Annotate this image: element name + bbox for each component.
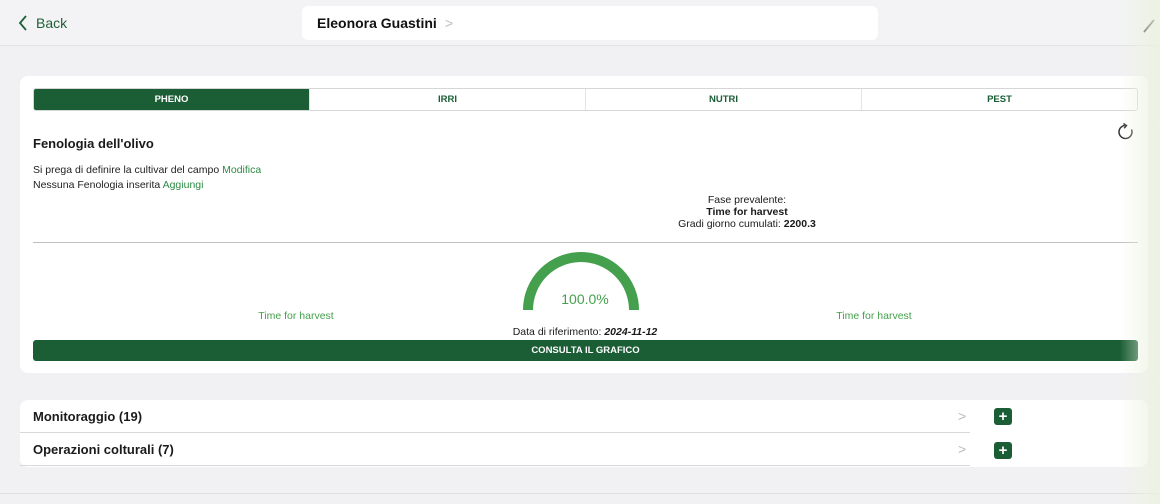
section-title: Fenologia dell'olivo [33,136,154,151]
edge-tint [1120,0,1160,504]
chevron-right-icon: > [958,408,967,424]
modify-cultivar-link[interactable]: Modifica [222,164,261,176]
page-title: Eleonora Guastini [317,15,437,31]
records-card: Monitoraggio (19) > + Operazioni coltura… [20,400,1148,467]
current-phase-label: Time for harvest [258,310,334,322]
bottom-divider [0,493,1160,494]
gdd-line: Gradi giorno cumulati: 2200.3 [597,218,897,230]
chevron-right-icon: > [958,441,967,457]
add-monitoring-button[interactable]: + [994,408,1012,425]
tab-pheno[interactable]: PHENO [34,89,310,110]
add-phenology-link[interactable]: Aggiungi [163,179,204,191]
reference-date: Data di riferimento: 2024-11-12 [485,326,685,338]
cultivar-note-text: Si prega di definire la cultivar del cam… [33,164,220,176]
list-item-label: Operazioni colturali (7) [33,441,174,457]
back-label: Back [36,15,68,31]
tab-nutri[interactable]: NUTRI [586,89,862,110]
back-button[interactable]: Back [18,12,67,34]
reference-date-label: Data di riferimento: [512,326,602,338]
tab-irri[interactable]: IRRI [310,89,586,110]
phase-label: Fase prevalente: [707,194,787,206]
next-phase-label: Time for harvest [836,310,912,322]
top-bar: Back Eleonora Guastini > [0,0,1160,46]
cultivar-note: Si prega di definire la cultivar del cam… [33,164,261,176]
chevron-right-icon: > [444,15,453,31]
gdd-label: Gradi giorno cumulati: [678,218,781,230]
gdd-value: 2200.3 [783,218,816,230]
plus-icon: + [998,442,1008,459]
module-tabs: PHENO IRRI NUTRI PEST [33,88,1138,111]
phase-value: Time for harvest [706,206,788,218]
list-item-monitoring[interactable]: Monitoraggio (19) > [20,400,970,433]
phase-summary: Fase prevalente: Time for harvest Gradi … [597,194,897,230]
add-operation-button[interactable]: + [994,442,1012,459]
list-item-label: Monitoraggio (19) [33,408,143,424]
page-title-bar[interactable]: Eleonora Guastini > [302,6,878,40]
view-chart-button[interactable]: CONSULTA IL GRAFICO [33,340,1138,361]
phenology-note-text: Nessuna Fenologia inserita [33,179,161,191]
reference-date-value: 2024-11-12 [604,326,658,338]
list-item-operations[interactable]: Operazioni colturali (7) > [20,433,970,466]
phenology-card: PHENO IRRI NUTRI PEST Fenologia dell'oli… [20,76,1148,373]
chevron-left-icon [18,15,27,31]
plus-icon: + [998,408,1008,425]
gauge-percent: 100.0% [561,291,609,307]
phenology-note: Nessuna Fenologia inserita Aggiungi [33,179,203,191]
divider [33,242,1138,243]
tab-pest[interactable]: PEST [862,89,1137,110]
